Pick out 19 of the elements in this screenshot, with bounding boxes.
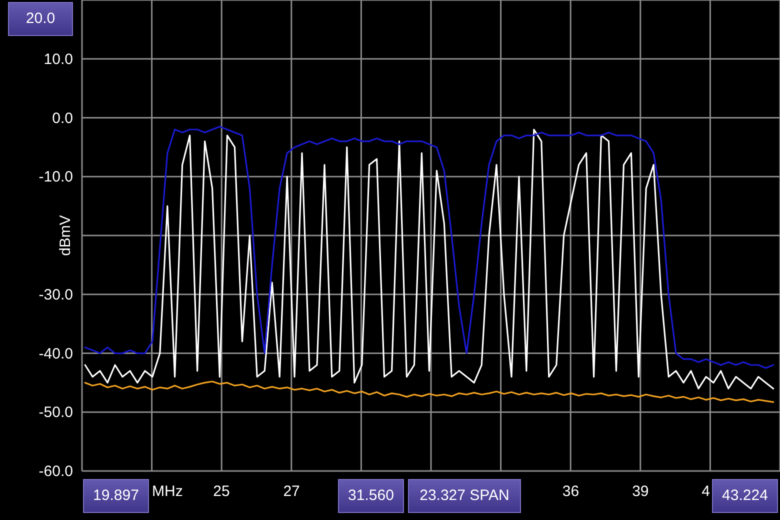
axis-tick-label: 0.0	[52, 110, 73, 127]
axis-tick-label: -50.0	[38, 404, 73, 422]
start-frequency-button[interactable]: 19.897	[83, 479, 149, 513]
axis-tick-label: -10.0	[38, 168, 73, 186]
reference-level-button[interactable]: 20.0	[8, 2, 73, 36]
axis-tick-label: 25	[213, 483, 230, 500]
axis-tick-label: -30.0	[38, 286, 73, 304]
axis-tick-label: 27	[283, 483, 300, 500]
axis-tick-label: -40.0	[38, 345, 73, 362]
axis-tick-label: 39	[632, 483, 649, 500]
center-frequency-button[interactable]: 31.560	[338, 479, 404, 513]
axis-title: dBmV	[57, 215, 74, 256]
stop-frequency-button[interactable]: 43.224	[712, 479, 778, 513]
axis-tick-label: 36	[562, 483, 580, 500]
axis-tick-label: -60.0	[38, 463, 73, 480]
axis-tick-label: 4	[702, 483, 710, 500]
axis-tick-label: 10.0	[44, 50, 73, 68]
axis-title: MHz	[152, 483, 183, 500]
span-button[interactable]: 23.327 SPAN	[408, 479, 521, 513]
